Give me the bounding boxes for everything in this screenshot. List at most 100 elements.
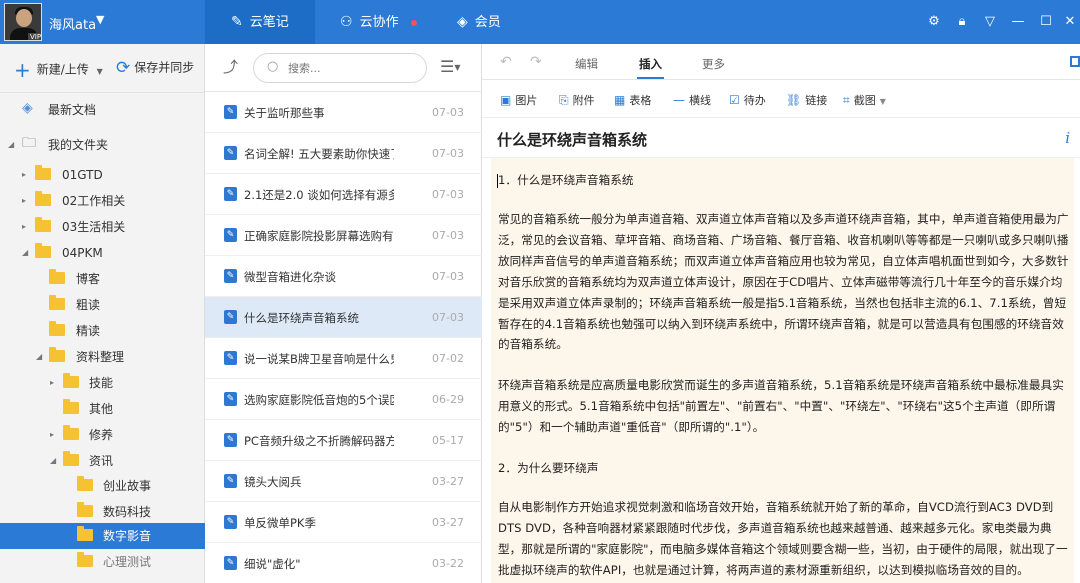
chevron-down-icon: ▼ — [96, 66, 103, 76]
sidebar-item-startup[interactable]: 创业故事 — [0, 473, 205, 499]
paragraph: 环绕声音箱系统是应高质量电影欣赏而诞生的多声道音箱系统，5.1音箱系统是环绕声音… — [498, 378, 1064, 434]
table-icon: ▦ — [614, 93, 626, 107]
folder-icon — [35, 243, 51, 258]
chevron-right-icon[interactable]: ▸ — [50, 370, 54, 396]
sidebar-item-label: 01GTD — [62, 168, 103, 182]
list-item[interactable]: ✎ 关于监听那些事 07-03 — [205, 92, 482, 133]
list-item-selected[interactable]: ✎ 什么是环绕声音箱系统 07-03 — [205, 297, 482, 338]
list-item[interactable]: ✎ 镜头大阅兵 03-27 — [205, 461, 482, 502]
sidebar-item-digital-tech[interactable]: 数码科技 — [0, 499, 205, 525]
note-icon: ✎ — [224, 556, 237, 570]
sidebar-item-blog[interactable]: 博客 — [0, 266, 205, 292]
maximize-icon[interactable]: ☐ — [1038, 14, 1054, 30]
sidebar-item-my-folders[interactable]: ◢ 🗀︎ 我的文件夹 — [0, 132, 205, 158]
chevron-right-icon[interactable]: ▸ — [22, 214, 26, 240]
close-icon[interactable]: ✕ — [1062, 14, 1078, 30]
page-title[interactable]: 什么是环绕声音箱系统 — [497, 129, 647, 150]
sort-menu-icon[interactable]: ☰▼ — [440, 57, 461, 76]
layers-icon: ◈ — [22, 100, 33, 116]
screenshot-button[interactable]: ⌗ 截图 ▼ — [843, 92, 886, 108]
pen-icon: ✎ — [231, 14, 243, 30]
sidebar-item-skills[interactable]: ▸ 技能 — [0, 370, 205, 396]
redo-icon[interactable]: ↷ — [530, 54, 542, 70]
sidebar-item-other[interactable]: 其他 — [0, 396, 205, 422]
sidebar-item-04pkm[interactable]: ◢ 04PKM — [0, 240, 205, 266]
chevron-down-icon[interactable]: ◢ — [36, 344, 42, 370]
sidebar-item-digital-av[interactable]: 数字影音 — [0, 523, 205, 549]
sidebar-item-materials[interactable]: ◢ 资料整理 — [0, 344, 205, 370]
list-item[interactable]: ✎ 名词全解! 五大要素助你快速了... 07-03 — [205, 133, 482, 174]
chevron-down-icon[interactable]: ◢ — [8, 132, 14, 158]
note-icon: ✎ — [224, 105, 237, 119]
toolbar-label: 链接 — [805, 94, 828, 107]
sidebar-item-label: 其他 — [89, 402, 114, 416]
list-item[interactable]: ✎ 单反微单PK季 03-27 — [205, 502, 482, 543]
list-item[interactable]: ✎ 2.1还是2.0 谈如何选择有源多... 07-03 — [205, 174, 482, 215]
settings-icon[interactable]: ⚙ — [926, 14, 942, 30]
list-item[interactable]: ✎ 正确家庭影院投影屏幕选购有三... 07-03 — [205, 215, 482, 256]
tab-vip[interactable]: ◈ 会员 — [457, 0, 537, 44]
chevron-right-icon[interactable]: ▸ — [22, 162, 26, 188]
sidebar-item-02work[interactable]: ▸ 02工作相关 — [0, 188, 205, 214]
note-date: 05-17 — [432, 434, 464, 447]
sidebar-item-03life[interactable]: ▸ 03生活相关 — [0, 214, 205, 240]
sidebar-item-skim[interactable]: 粗读 — [0, 292, 205, 318]
save-sync-button[interactable]: ⟳ 保存并同步 — [116, 58, 194, 78]
sidebar-item-psych-test[interactable]: 心理测试 — [0, 549, 205, 575]
avatar[interactable]: VIP — [4, 3, 42, 41]
chevron-right-icon[interactable]: ▸ — [22, 188, 26, 214]
insert-link-button[interactable]: ⛓ 链接 — [786, 92, 827, 108]
search-box[interactable]: ○ — [253, 53, 427, 83]
insert-attachment-button[interactable]: ⎘ 附件 — [559, 92, 595, 108]
minimize-icon[interactable]: — — [1010, 14, 1026, 30]
panel-toggle-icon[interactable] — [1070, 56, 1080, 67]
list-item[interactable]: ✎ 细说"虚化" 03-22 — [205, 543, 482, 583]
people-icon: ⚇ — [340, 14, 353, 30]
save-sync-label: 保存并同步 — [134, 60, 195, 75]
tab-edit[interactable]: 编辑 — [575, 56, 598, 72]
chevron-down-icon[interactable]: ▼ — [96, 13, 104, 26]
tab-more[interactable]: 更多 — [702, 56, 725, 72]
insert-image-button[interactable]: ▣ 图片 — [500, 92, 537, 108]
document-body[interactable]: 1．什么是环绕声音箱系统 常见的音箱系统一般分为单声道音箱、双声道立体声音箱以及… — [491, 158, 1074, 583]
chevron-down-icon[interactable]: ◢ — [50, 448, 56, 474]
insert-table-button[interactable]: ▦ 表格 — [614, 92, 651, 108]
crop-icon: ⌗ — [843, 93, 850, 107]
sidebar-item-label: 02工作相关 — [62, 194, 126, 208]
folder-icon — [77, 526, 93, 541]
insert-hr-button[interactable]: — 横线 — [673, 92, 711, 108]
avatar-head — [16, 9, 32, 27]
folder-icon — [63, 399, 79, 414]
chevron-down-icon[interactable]: ◢ — [22, 240, 28, 266]
chevron-right-icon[interactable]: ▸ — [50, 422, 54, 448]
username[interactable]: 海风ata — [49, 14, 96, 33]
sidebar-item-recent[interactable]: ◈ 最新文档 — [0, 97, 205, 123]
sidebar-item-cultivation[interactable]: ▸ 修养 — [0, 422, 205, 448]
sidebar-item-01gtd[interactable]: ▸ 01GTD — [0, 162, 205, 188]
toolbar-label: 表格 — [629, 94, 652, 107]
new-upload-button[interactable]: + 新建/上传 ▼ — [14, 58, 103, 82]
dropdown-icon[interactable]: ▽ — [982, 14, 998, 30]
sidebar-item-label: 最新文档 — [48, 103, 97, 117]
search-input[interactable] — [288, 60, 418, 76]
note-icon: ✎ — [224, 515, 237, 529]
list-item[interactable]: ✎ 微型音箱进化杂谈 07-03 — [205, 256, 482, 297]
sidebar-item-close-read[interactable]: 精读 — [0, 318, 205, 344]
up-folder-icon[interactable]: ⤴ — [223, 56, 238, 77]
note-icon: ✎ — [224, 228, 237, 242]
lock-icon[interactable]: 🔒︎ — [954, 14, 970, 30]
tab-insert[interactable]: 插入 — [637, 56, 664, 79]
sidebar-item-news[interactable]: ◢ 资讯 — [0, 448, 205, 474]
insert-todo-button[interactable]: ☑ 待办 — [729, 92, 766, 108]
tab-notes[interactable]: ✎ 云笔记 — [205, 0, 315, 44]
toolbar-label: 待办 — [743, 94, 766, 107]
undo-icon[interactable]: ↶ — [500, 54, 512, 70]
sidebar-item-label: 数字影音 — [103, 529, 152, 543]
list-item[interactable]: ✎ PC音频升级之不折腾解码器方... 05-17 — [205, 420, 482, 461]
list-item[interactable]: ✎ 说一说某B牌卫星音响是什么鬼 07-02 — [205, 338, 482, 379]
list-item[interactable]: ✎ 选购家庭影院低音炮的5个误区 06-29 — [205, 379, 482, 420]
folder-icon — [63, 373, 79, 388]
tab-collab[interactable]: ⚇ 云协作 — [340, 0, 460, 44]
info-icon[interactable]: i — [1065, 129, 1070, 147]
note-title: 2.1还是2.0 谈如何选择有源多... — [244, 188, 394, 202]
